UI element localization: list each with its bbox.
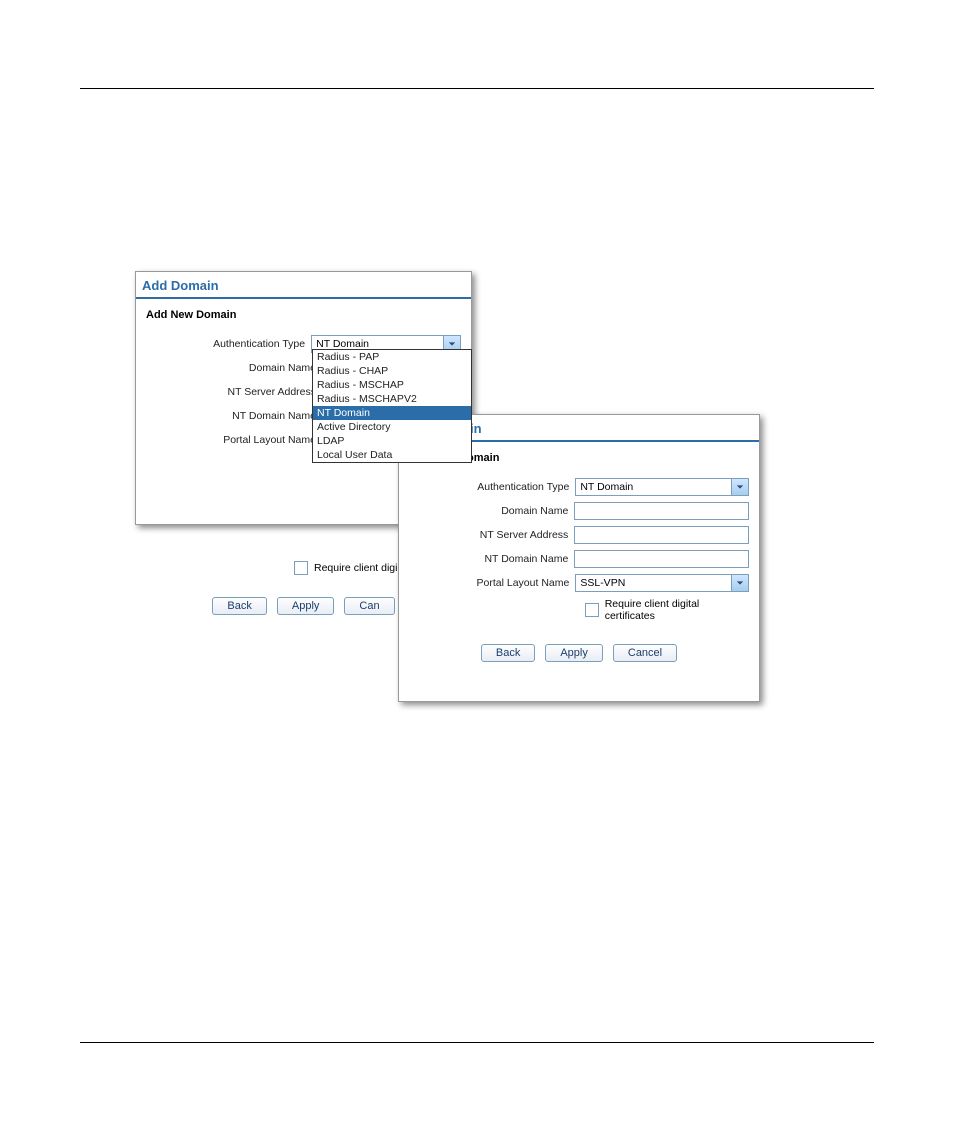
back-button[interactable]: Back [481,644,535,662]
chevron-down-icon[interactable] [731,575,748,591]
nt-server-input[interactable] [574,526,749,544]
require-cert-checkbox[interactable] [585,603,599,617]
label-nt-domain: NT Domain Name [146,410,322,422]
chevron-down-icon[interactable] [731,479,748,495]
form-body: Authentication Type NT Domain Domain Nam… [399,470,759,630]
auth-type-value: NT Domain [576,481,731,493]
dropdown-option-selected[interactable]: NT Domain [313,406,471,420]
cancel-button[interactable]: Can [344,597,394,615]
row-nt-server: NT Server Address [409,524,749,546]
dropdown-option[interactable]: Radius - PAP [313,350,471,364]
checkbox-row: Require client digital certificates [585,598,749,622]
row-nt-domain: NT Domain Name [409,548,749,570]
page-bottom-rule [80,1042,874,1043]
dialog-title: Add Domain [136,272,471,295]
require-cert-label: Require client digital certificates [605,598,749,622]
page-top-rule [80,88,874,89]
back-button[interactable]: Back [212,597,266,615]
require-cert-checkbox[interactable] [294,561,308,575]
cancel-button[interactable]: Cancel [613,644,677,662]
nt-domain-input[interactable] [574,550,749,568]
portal-layout-select[interactable]: SSL-VPN [575,574,749,592]
label-nt-domain: NT Domain Name [409,553,574,565]
dropdown-option[interactable]: Radius - MSCHAP [313,378,471,392]
label-domain-name: Domain Name [409,505,574,517]
require-cert-label: Require client digi [314,562,397,574]
dropdown-option[interactable]: Active Directory [313,420,471,434]
apply-button[interactable]: Apply [545,644,603,662]
label-domain-name: Domain Name [146,362,322,374]
label-portal-layout: Portal Layout Name [146,434,322,446]
dropdown-option[interactable]: Local User Data [313,448,471,462]
dropdown-option[interactable]: Radius - CHAP [313,364,471,378]
apply-button[interactable]: Apply [277,597,335,615]
button-bar: Back Apply Cancel [399,630,759,676]
row-auth-type: Authentication Type NT Domain [409,476,749,498]
label-auth-type: Authentication Type [146,338,311,350]
label-nt-server: NT Server Address [409,529,574,541]
label-portal-layout: Portal Layout Name [409,577,575,589]
row-domain-name: Domain Name [409,500,749,522]
portal-layout-value: SSL-VPN [576,577,731,589]
row-portal-layout: Portal Layout Name SSL-VPN [409,572,749,594]
auth-type-dropdown-list[interactable]: Radius - PAP Radius - CHAP Radius - MSCH… [312,349,472,463]
dropdown-option[interactable]: LDAP [313,434,471,448]
label-auth-type: Authentication Type [409,481,575,493]
dialog-subtitle: Add New Domain [136,299,471,327]
domain-name-input[interactable] [574,502,749,520]
label-nt-server: NT Server Address [146,386,322,398]
dropdown-option[interactable]: Radius - MSCHAPV2 [313,392,471,406]
auth-type-select[interactable]: NT Domain [575,478,749,496]
